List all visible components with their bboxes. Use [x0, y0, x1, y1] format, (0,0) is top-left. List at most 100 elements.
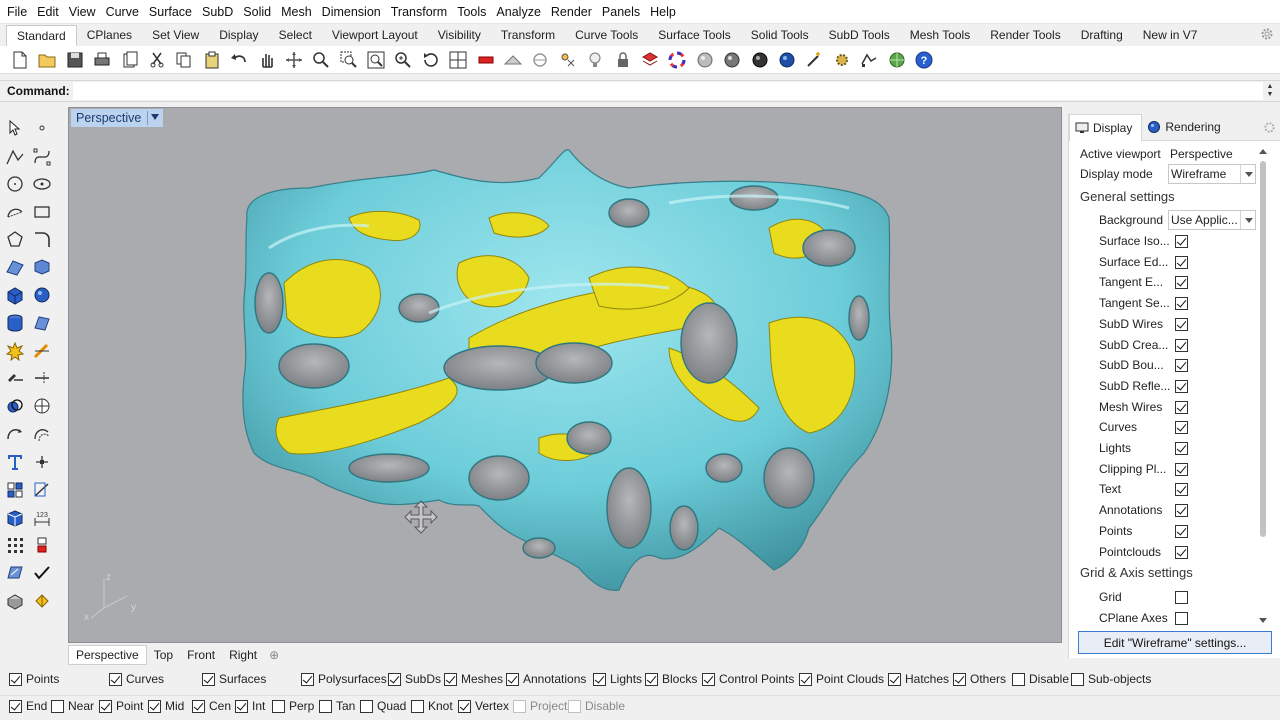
menu-solid[interactable]: Solid	[238, 0, 276, 24]
tab-select[interactable]: Select	[269, 25, 322, 46]
selection-filter-checkbox[interactable]	[702, 672, 715, 686]
display-setting-checkbox[interactable]	[1175, 379, 1188, 393]
display-setting-checkbox[interactable]	[1175, 255, 1188, 269]
menu-dimension[interactable]: Dimension	[317, 0, 386, 24]
osnap-item[interactable]: Near	[51, 699, 94, 713]
osnap-item[interactable]: End	[9, 699, 47, 713]
boolean-icon[interactable]	[3, 394, 27, 418]
osnap-item[interactable]: Perp	[272, 699, 314, 713]
display-setting-checkbox[interactable]	[1175, 317, 1188, 331]
scroll-up-icon[interactable]	[1259, 149, 1267, 154]
zoom-window-icon[interactable]	[337, 48, 361, 72]
ellipse-icon[interactable]	[30, 172, 54, 196]
dimension-icon[interactable]: 123	[30, 506, 54, 530]
copy-icon[interactable]	[172, 48, 196, 72]
menu-help[interactable]: Help	[645, 0, 681, 24]
osnap-checkbox[interactable]	[9, 699, 22, 713]
trim-icon[interactable]	[30, 339, 54, 363]
surface-tools-icon[interactable]	[30, 311, 54, 335]
offset-icon[interactable]	[30, 422, 54, 446]
osnap-checkbox[interactable]	[235, 699, 248, 713]
osnap-checkbox[interactable]	[148, 699, 161, 713]
import-icon[interactable]	[118, 48, 142, 72]
selection-filter-item[interactable]: Curves	[109, 672, 164, 686]
zoom-icon[interactable]	[309, 48, 333, 72]
scroll-thumb[interactable]	[1260, 161, 1266, 537]
zoom-extents-icon[interactable]	[364, 48, 388, 72]
surface-corner-icon[interactable]	[3, 255, 27, 279]
menu-tools[interactable]: Tools	[452, 0, 491, 24]
osnap-item[interactable]: Vertex	[458, 699, 509, 713]
panel-scrollbar[interactable]	[1257, 141, 1269, 627]
selection-filter-checkbox[interactable]	[202, 672, 215, 686]
display-setting-checkbox[interactable]	[1175, 462, 1188, 476]
layers-icon[interactable]	[638, 48, 662, 72]
osnap-checkbox[interactable]	[458, 699, 471, 713]
selection-filter-checkbox[interactable]	[953, 672, 966, 686]
display-setting-checkbox[interactable]	[1175, 421, 1188, 435]
paste-icon[interactable]	[200, 48, 224, 72]
lock-icon[interactable]	[611, 48, 635, 72]
osnap-checkbox[interactable]	[568, 699, 581, 713]
render-icon[interactable]	[30, 589, 54, 613]
grid-points-icon[interactable]	[3, 533, 27, 557]
selection-filter-checkbox[interactable]	[388, 672, 401, 686]
display-setting-checkbox[interactable]	[1175, 545, 1188, 559]
scale-icon[interactable]	[30, 478, 54, 502]
globe-icon[interactable]	[885, 48, 909, 72]
display-setting-checkbox[interactable]	[1175, 276, 1188, 290]
osnap-item[interactable]: Quad	[360, 699, 406, 713]
viewport-tab-right[interactable]: Right	[222, 646, 264, 664]
osnap-checkbox[interactable]	[411, 699, 424, 713]
four-viewports-icon[interactable]	[446, 48, 470, 72]
selection-filter-checkbox[interactable]	[1012, 672, 1025, 686]
add-viewport-icon[interactable]: ⊕	[264, 648, 284, 662]
extrude-surface-icon[interactable]	[30, 255, 54, 279]
tab-new-in-v7[interactable]: New in V7	[1133, 25, 1208, 46]
display-setting-checkbox[interactable]	[1175, 359, 1188, 373]
cplane-icon[interactable]	[474, 48, 498, 72]
named-cplanes-icon[interactable]	[556, 48, 580, 72]
split-icon[interactable]	[30, 366, 54, 390]
osnap-item[interactable]: Mid	[148, 699, 184, 713]
display-setting-checkbox[interactable]	[1175, 524, 1188, 538]
tab-drafting[interactable]: Drafting	[1071, 25, 1133, 46]
undo-icon[interactable]	[227, 48, 251, 72]
selection-filter-item[interactable]: Point Clouds	[799, 672, 884, 686]
analyze-surface-icon[interactable]	[3, 561, 27, 585]
tab-transform[interactable]: Transform	[491, 25, 565, 46]
panel-gear-icon[interactable]	[1263, 121, 1276, 134]
menu-render[interactable]: Render	[546, 0, 597, 24]
osnap-checkbox[interactable]	[99, 699, 112, 713]
tab-viewport-layout[interactable]: Viewport Layout	[322, 25, 428, 46]
grasshopper-icon[interactable]	[857, 48, 881, 72]
menu-file[interactable]: File	[2, 0, 32, 24]
curve-icon[interactable]	[30, 145, 54, 169]
viewport-tab-perspective[interactable]: Perspective	[68, 645, 147, 665]
menu-surface[interactable]: Surface	[144, 0, 197, 24]
menu-panels[interactable]: Panels	[597, 0, 645, 24]
selection-filter-item[interactable]: Lights	[593, 672, 642, 686]
osnap-item[interactable]: Disable	[568, 699, 625, 713]
selection-filter-checkbox[interactable]	[109, 672, 122, 686]
selection-filter-item[interactable]: Surfaces	[202, 672, 266, 686]
osnap-item[interactable]: Point	[99, 699, 143, 713]
new-file-icon[interactable]	[8, 48, 32, 72]
background-select[interactable]: Use Applic...	[1168, 210, 1256, 230]
check-icon[interactable]	[30, 561, 54, 585]
sphere-icon[interactable]	[30, 283, 54, 307]
selection-filter-checkbox[interactable]	[645, 672, 658, 686]
tab-standard[interactable]: Standard	[6, 25, 77, 46]
viewport-tab-top[interactable]: Top	[147, 646, 180, 664]
material-sphere-icon[interactable]	[748, 48, 772, 72]
osnap-checkbox[interactable]	[51, 699, 64, 713]
edit-wireframe-settings-button[interactable]: Edit "Wireframe" settings...	[1078, 631, 1272, 654]
selection-filter-item[interactable]: Annotations	[506, 672, 586, 686]
selection-filter-item[interactable]: Polysurfaces	[301, 672, 387, 686]
mesh-sphere-icon[interactable]	[30, 394, 54, 418]
move-view-icon[interactable]	[282, 48, 306, 72]
viewport-tab-front[interactable]: Front	[180, 646, 222, 664]
selection-filter-item[interactable]: Blocks	[645, 672, 697, 686]
menu-edit[interactable]: Edit	[32, 0, 64, 24]
menu-mesh[interactable]: Mesh	[276, 0, 317, 24]
